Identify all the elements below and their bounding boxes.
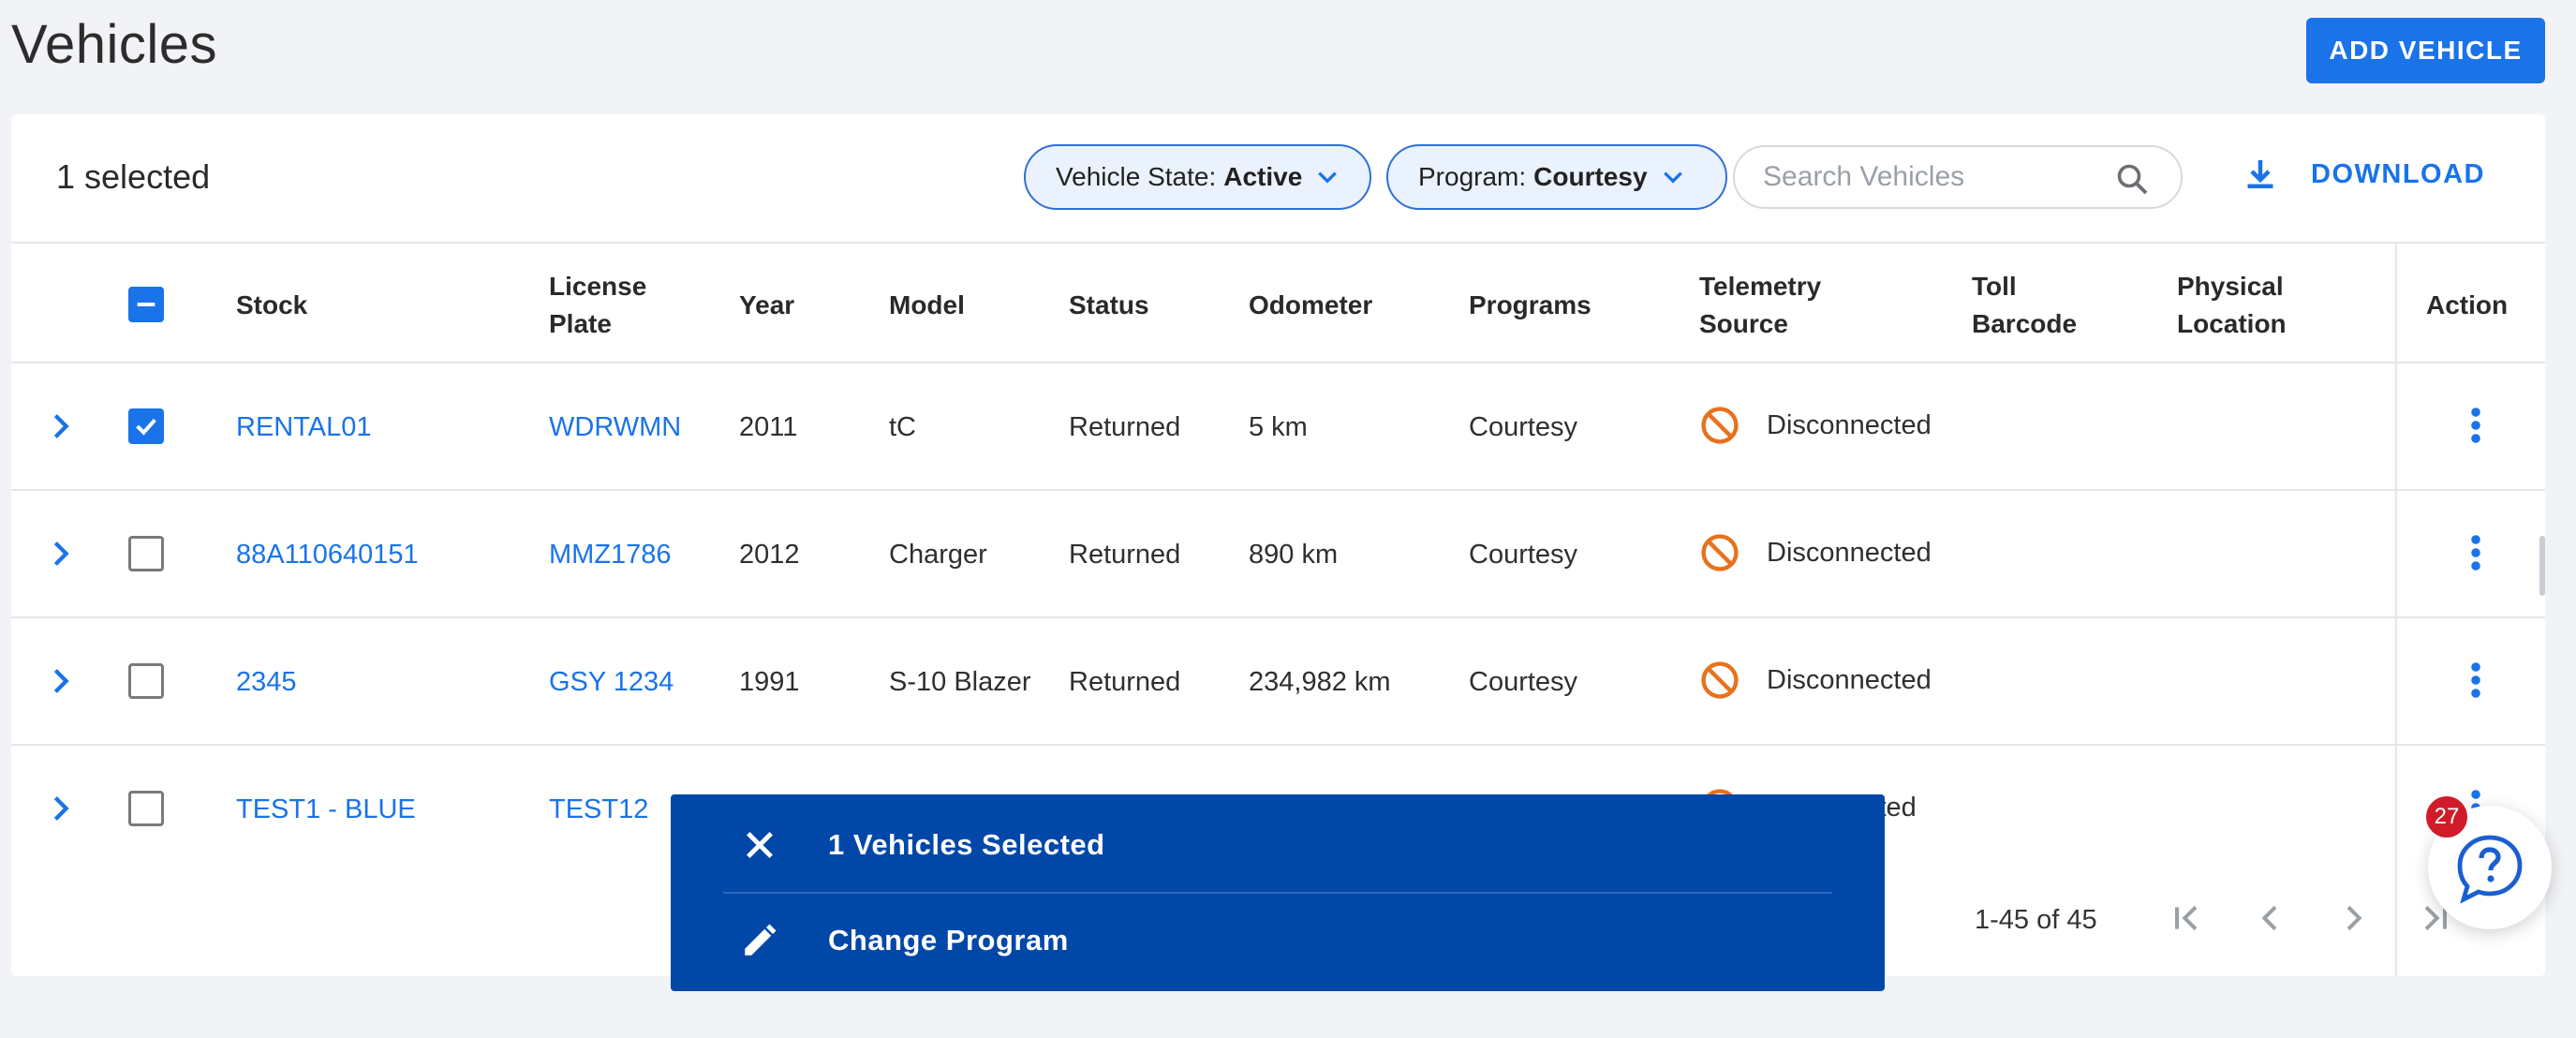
program-cell: Courtesy	[1469, 412, 1578, 442]
header-line: License	[549, 272, 647, 301]
header-status[interactable]: Status	[1069, 287, 1149, 324]
model-cell: Charger	[889, 540, 987, 570]
row-checkbox[interactable]	[128, 663, 164, 699]
filter-label: Vehicle State:	[1056, 162, 1217, 191]
status-cell: Returned	[1069, 412, 1181, 442]
year-cell: 1991	[739, 667, 800, 697]
close-selection-row[interactable]: 1 Vehicles Selected	[671, 798, 1885, 892]
filter-label: Program:	[1418, 162, 1527, 191]
model-cell: S-10 Blazer	[889, 667, 1031, 697]
telemetry-cell: Disconnected	[1767, 538, 1932, 568]
change-program-label: Change Program	[828, 924, 1069, 956]
selected-count: 1 selected	[56, 157, 211, 196]
table-row[interactable]: 2345 GSY 1234 1991 S-10 Blazer Returned …	[11, 618, 2545, 746]
header-line: Physical	[2177, 272, 2284, 301]
pencil-icon	[745, 924, 777, 956]
search-input[interactable]	[1763, 156, 2119, 198]
check-icon	[136, 418, 156, 436]
filter-value: Courtesy	[1533, 162, 1648, 191]
header-telemetry-source[interactable]: Telemetry Source	[1699, 268, 1821, 343]
chevron-down-icon	[1318, 171, 1338, 184]
prev-page-icon[interactable]	[2252, 899, 2289, 937]
header-physical-location[interactable]: Physical Location	[2177, 268, 2287, 343]
row-checkbox[interactable]	[128, 791, 164, 826]
header-line: Telemetry	[1699, 272, 1822, 301]
download-icon	[2247, 160, 2273, 188]
indeterminate-checkbox-icon	[137, 303, 155, 306]
add-vehicle-button[interactable]: ADD VEHICLE	[2306, 18, 2545, 83]
selection-title: 1 Vehicles Selected	[828, 828, 1105, 861]
chevron-right-icon[interactable]	[45, 665, 77, 697]
odometer-cell: 890 km	[1249, 540, 1339, 570]
chevron-right-icon[interactable]	[45, 410, 77, 442]
vertical-scrollbar[interactable]	[2539, 536, 2545, 596]
page-title: Vehicles	[11, 14, 218, 75]
vehicle-state-filter[interactable]: Vehicle State: Active	[1024, 144, 1371, 210]
help-chat-icon	[2457, 835, 2523, 904]
stock-link[interactable]: 88A110640151	[236, 536, 419, 573]
plate-link[interactable]: GSY 1234	[549, 663, 674, 701]
table-row[interactable]: RENTAL01 WDRWMN 2011 tC Returned 5 km Co…	[11, 363, 2545, 491]
year-cell: 2011	[739, 412, 798, 442]
change-program-button[interactable]: Change Program	[671, 894, 1885, 987]
table-header: Stock License Plate Year Model Status Od…	[11, 242, 2545, 363]
block-icon	[1701, 407, 1739, 444]
action-column-divider	[2395, 242, 2397, 976]
notification-badge: 27	[2424, 794, 2469, 839]
close-icon[interactable]	[740, 825, 779, 865]
program-cell: Courtesy	[1469, 540, 1578, 570]
filter-value: Active	[1223, 162, 1303, 191]
header-license-plate[interactable]: License Plate	[549, 268, 646, 343]
header-line: Source	[1699, 309, 1788, 338]
telemetry-cell: Disconnected	[1767, 665, 1932, 695]
row-checkbox[interactable]	[128, 536, 164, 571]
chevron-down-icon	[1663, 171, 1682, 184]
year-cell: 2012	[739, 540, 800, 570]
header-model[interactable]: Model	[889, 287, 965, 324]
header-line: Location	[2177, 309, 2287, 338]
header-odometer[interactable]: Odometer	[1249, 287, 1372, 324]
model-cell: tC	[889, 412, 916, 442]
search-box	[1733, 145, 2183, 209]
stock-link[interactable]: 2345	[236, 663, 297, 701]
plate-link[interactable]: MMZ1786	[549, 536, 672, 573]
header-programs[interactable]: Programs	[1469, 287, 1591, 324]
block-icon	[1701, 534, 1739, 571]
table-row[interactable]: 88A110640151 MMZ1786 2012 Charger Return…	[11, 491, 2545, 618]
download-button[interactable]: DOWNLOAD	[2243, 157, 2485, 191]
selection-action-bar: 1 Vehicles Selected Change Program	[671, 794, 1885, 991]
row-checkbox[interactable]	[128, 408, 164, 444]
telemetry-cell: Disconnected	[1767, 410, 1932, 440]
select-all-checkbox[interactable]	[128, 287, 164, 322]
first-page-icon[interactable]	[2168, 899, 2205, 937]
header-toll-barcode[interactable]: Toll Barcode	[1972, 268, 2077, 343]
more-vert-icon[interactable]	[2468, 407, 2483, 444]
header-action: Action	[2426, 290, 2509, 319]
stock-link[interactable]: RENTAL01	[236, 408, 372, 446]
status-cell: Returned	[1069, 667, 1181, 697]
stock-link[interactable]: TEST1 - BLUE	[236, 791, 416, 828]
plate-link[interactable]: WDRWMN	[549, 408, 681, 446]
more-vert-icon[interactable]	[2468, 534, 2483, 571]
program-cell: Courtesy	[1469, 667, 1578, 697]
next-page-icon[interactable]	[2334, 899, 2372, 937]
header-line: Barcode	[1972, 309, 2078, 338]
plate-link[interactable]: TEST12	[549, 791, 648, 828]
header-line: Plate	[549, 309, 612, 338]
search-icon[interactable]	[2115, 162, 2149, 196]
header-year[interactable]: Year	[739, 287, 794, 324]
status-cell: Returned	[1069, 540, 1181, 570]
more-vert-icon[interactable]	[2468, 661, 2483, 699]
header-stock[interactable]: Stock	[236, 287, 307, 324]
odometer-cell: 5 km	[1249, 412, 1308, 442]
header-line: Toll	[1972, 272, 2017, 301]
pagination-range: 1-45 of 45	[1975, 905, 2097, 935]
block-icon	[1701, 661, 1739, 699]
odometer-cell: 234,982 km	[1249, 667, 1391, 697]
chevron-right-icon[interactable]	[45, 793, 77, 824]
download-label: DOWNLOAD	[2311, 158, 2485, 189]
program-filter[interactable]: Program: Courtesy	[1386, 144, 1727, 210]
chevron-right-icon[interactable]	[45, 538, 77, 570]
